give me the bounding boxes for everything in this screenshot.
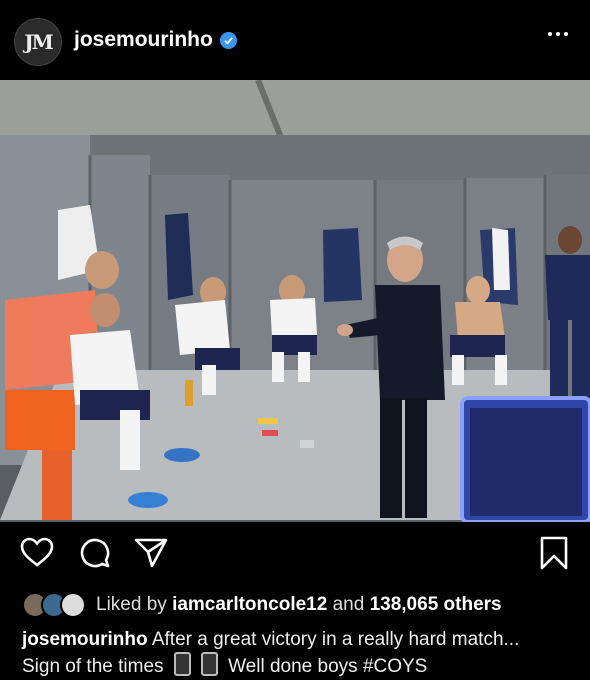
mobile-phone-emoji-icon [200,652,218,676]
locker-room-photo [0,80,590,522]
avatar-monogram: JM [24,30,54,54]
likes-row[interactable]: Liked by iamcarltoncole12 and 138,065 ot… [22,592,502,618]
comment-icon[interactable] [78,536,110,568]
caption-text-line2b: Well done boys #COYS [228,656,428,677]
caption-text-line1: After a great victory in a really hard m… [151,629,520,650]
caption-text-line2a: Sign of the times [22,656,164,677]
caption-username[interactable]: josemourinho [22,629,148,650]
bookmark-icon[interactable] [540,536,568,570]
post-header: JM josemourinho [0,0,590,80]
liker-avatar [60,592,86,618]
caption: josemourinho After a great victory in a … [22,627,582,679]
liked-by-prefix: Liked by [96,594,167,615]
post-photo[interactable] [0,80,590,522]
username[interactable]: josemourinho [74,28,237,52]
avatar[interactable]: JM [14,18,62,66]
more-icon[interactable] [548,32,568,36]
send-icon[interactable] [134,536,168,568]
liked-by-and: and [332,594,365,615]
heart-icon[interactable] [20,536,54,568]
mobile-phone-emoji-icon [173,652,191,676]
username-text[interactable]: josemourinho [74,28,213,52]
verified-badge-icon [219,31,237,49]
liker-avatars [22,592,86,618]
action-bar [0,522,590,584]
liked-by-user[interactable]: iamcarltoncole12 [172,594,327,616]
likes-count[interactable]: 138,065 others [370,594,502,616]
